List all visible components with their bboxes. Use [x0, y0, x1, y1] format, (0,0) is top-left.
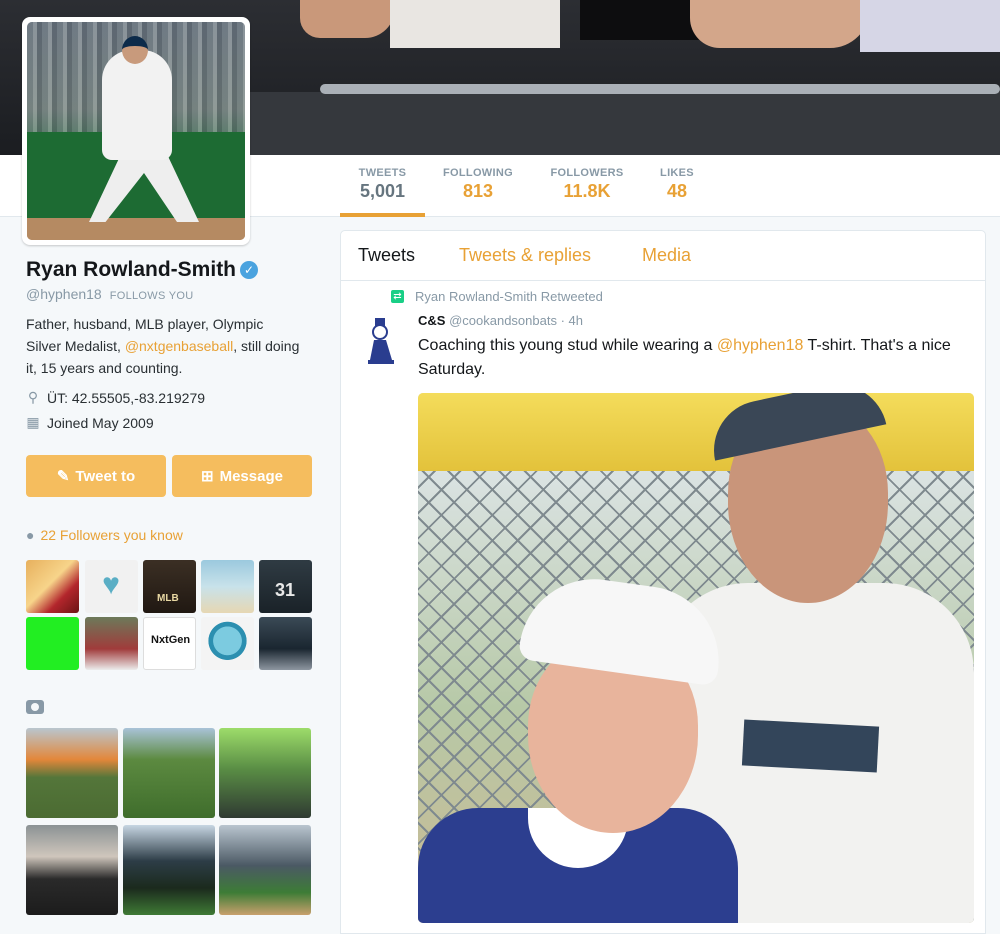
tweet-author-handle[interactable]: @cookandsonbats: [449, 313, 557, 328]
tweet-author-name[interactable]: C&S: [418, 313, 445, 328]
follower-avatar[interactable]: [201, 560, 254, 613]
stat-following[interactable]: FOLLOWING 813: [436, 155, 520, 217]
compose-icon: ✎: [56, 468, 70, 485]
tweet-mention-link[interactable]: @hyphen18: [717, 337, 804, 354]
profile-avatar[interactable]: [22, 17, 250, 245]
stat-tweets[interactable]: TWEETS 5,001: [340, 155, 425, 217]
thumb-mlb-label: MLB: [157, 593, 179, 604]
stat-tweets-value: 5,001: [359, 181, 406, 201]
tweet-text-start: Coaching this young stud while wearing a: [418, 337, 717, 354]
profile-handle[interactable]: @hyphen18: [26, 286, 102, 302]
location-pin-icon: ⚲: [27, 389, 39, 405]
tab-tweets-and-replies[interactable]: Tweets & replies: [459, 245, 591, 266]
tweet-header: C&S @cookandsonbats · 4h: [418, 313, 583, 328]
profile-bio: Father, husband, MLB player, Olympic Sil…: [26, 313, 301, 379]
stat-followers-label: FOLLOWERS: [550, 167, 624, 179]
tweet-to-button[interactable]: ✎ Tweet to: [26, 455, 166, 497]
follower-avatar[interactable]: [26, 617, 79, 670]
photo-thumbnail[interactable]: [26, 728, 118, 818]
person-icon: ●: [26, 527, 35, 543]
camera-icon[interactable]: [26, 700, 44, 714]
profile-joined: Joined May 2009: [47, 414, 154, 431]
profile-card: Ryan Rowland-Smith ✓ @hyphen18 FOLLOWS YOU…: [26, 258, 316, 431]
photo-thumbnail[interactable]: [219, 728, 311, 818]
tab-media[interactable]: Media: [642, 245, 691, 266]
follower-avatar[interactable]: [201, 617, 254, 670]
stat-following-label: FOLLOWING: [443, 167, 513, 179]
followers-you-know[interactable]: ● 22 Followers you know: [26, 527, 183, 543]
follower-avatar[interactable]: [259, 617, 312, 670]
tab-tweets[interactable]: Tweets: [358, 245, 415, 266]
follower-avatar[interactable]: ♥: [85, 560, 138, 613]
follows-you-badge: FOLLOWS YOU: [109, 290, 194, 302]
thumb-nxtgen-label: NxtGen: [151, 634, 191, 646]
retweet-icon: ⇄: [391, 290, 404, 303]
bio-link[interactable]: @nxtgenbaseball: [125, 338, 233, 354]
follower-avatar[interactable]: NxtGen: [143, 617, 196, 670]
retweet-context: ⇄ Ryan Rowland-Smith Retweeted: [391, 289, 603, 304]
stat-likes-label: LIKES: [660, 167, 694, 179]
photo-thumbnail[interactable]: [219, 825, 311, 915]
photo-thumbnail[interactable]: [123, 825, 215, 915]
profile-location: ÜT: 42.55505,-83.219279: [47, 389, 206, 406]
message-icon: ⊞: [201, 468, 214, 485]
photo-thumbnail[interactable]: [26, 825, 118, 915]
verified-badge-icon: ✓: [240, 261, 259, 279]
follower-avatar[interactable]: 31: [259, 560, 312, 613]
follower-avatar[interactable]: MLB: [143, 560, 196, 613]
message-button[interactable]: ⊞ Message: [172, 455, 312, 497]
timeline-tabs: Tweets Tweets & replies Media: [341, 231, 985, 281]
stat-likes[interactable]: LIKES 48: [652, 155, 702, 217]
tweet-to-label: Tweet to: [75, 467, 136, 485]
stat-likes-value: 48: [666, 181, 688, 201]
stat-tweets-label: TWEETS: [358, 167, 407, 179]
tweet-media-photo[interactable]: [418, 393, 974, 923]
follower-avatar[interactable]: [26, 560, 79, 613]
tweet-timestamp[interactable]: · 4h: [561, 313, 583, 328]
profile-name[interactable]: Ryan Rowland-Smith: [26, 258, 236, 282]
follower-avatar[interactable]: [85, 617, 138, 670]
timeline: Tweets Tweets & replies Media ⇄ Ryan Row…: [340, 230, 986, 934]
calendar-icon: ▦: [26, 414, 40, 430]
followers-you-know-label: 22 Followers you know: [40, 527, 183, 543]
retweet-note[interactable]: Ryan Rowland-Smith Retweeted: [415, 289, 603, 304]
thumb-number-label: 31: [275, 580, 296, 600]
stat-following-value: 813: [462, 181, 494, 201]
photo-thumbnail[interactable]: [123, 728, 215, 818]
tweet-author-avatar[interactable]: [364, 316, 398, 368]
stat-followers-value: 11.8K: [563, 181, 611, 201]
tweet-text: Coaching this young stud while wearing a…: [418, 334, 978, 382]
message-label: Message: [219, 467, 283, 485]
stat-followers[interactable]: FOLLOWERS 11.8K: [545, 155, 629, 217]
